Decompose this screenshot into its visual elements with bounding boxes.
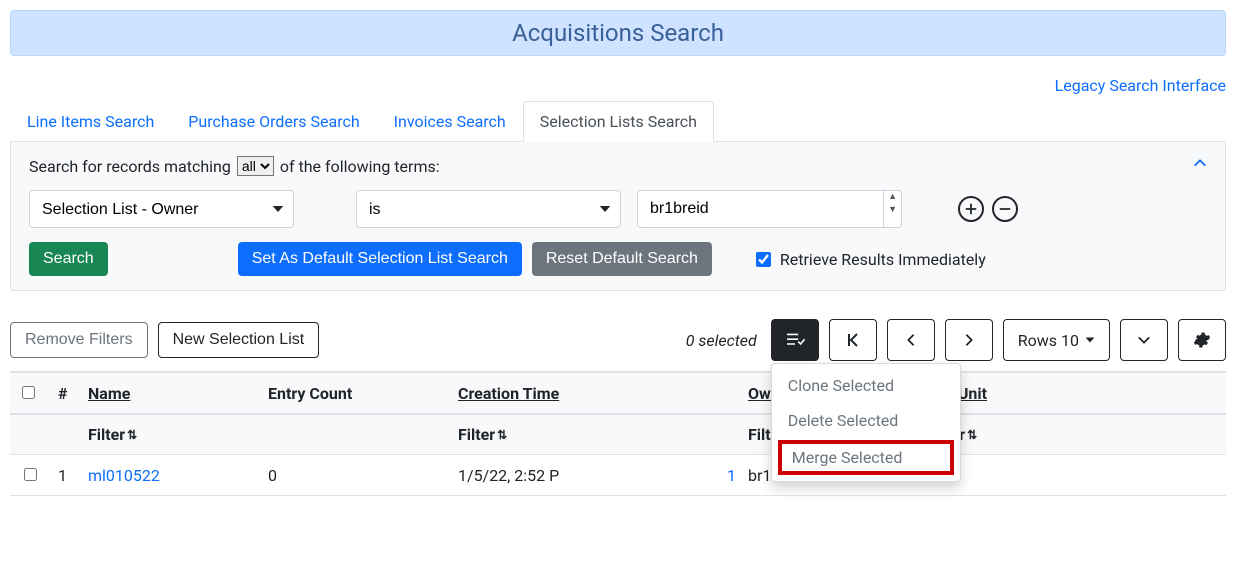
row-checkbox[interactable] <box>24 468 37 481</box>
prev-page-button[interactable] <box>887 319 935 361</box>
field-select[interactable]: Selection List - Owner <box>29 190 294 228</box>
select-all-checkbox[interactable] <box>22 386 35 399</box>
clone-selected-item[interactable]: Clone Selected <box>772 368 960 403</box>
retrieve-immediate-checkbox[interactable] <box>756 252 771 267</box>
cell-creation-time: 1/5/22, 2:52 P <box>458 466 559 485</box>
criteria-row: Selection List - Owner is ▲ ▼ <box>29 190 1207 228</box>
remove-criterion-button[interactable] <box>992 196 1018 222</box>
results-table: # Name Entry Count Creation Time Owner O… <box>10 371 1226 496</box>
caret-down-icon[interactable]: ▼ <box>884 204 901 217</box>
filter-row: Filter⇅ Filter⇅ Filter⇅ Filter⇅ <box>10 414 1226 455</box>
cell-name-link[interactable]: ml010522 <box>88 466 160 485</box>
filter-icon: ⇅ <box>967 428 977 442</box>
col-name[interactable]: Name <box>80 372 260 414</box>
filter-icon: ⇅ <box>127 428 137 442</box>
cell-owner-overflow: 1 <box>727 466 736 485</box>
rows-per-page-button[interactable]: Rows 10 <box>1003 319 1110 361</box>
value-spinner[interactable]: ▲ ▼ <box>883 191 901 227</box>
match-mode-select[interactable]: all <box>237 156 274 176</box>
filter-icon: ⇅ <box>497 428 507 442</box>
tab-purchase-orders[interactable]: Purchase Orders Search <box>171 101 376 142</box>
reset-default-button[interactable]: Reset Default Search <box>532 242 712 276</box>
search-tabs: Line Items Search Purchase Orders Search… <box>10 101 1226 142</box>
search-button[interactable]: Search <box>29 242 108 276</box>
actions-dropdown: Clone Selected Delete Selected Merge Sel… <box>771 363 961 482</box>
selected-count: 0 selected <box>686 331 757 350</box>
page-title: Acquisitions Search <box>11 19 1225 47</box>
operator-select[interactable]: is <box>356 190 621 228</box>
match-prefix: Search for records matching <box>29 157 231 176</box>
settings-button[interactable] <box>1178 319 1226 361</box>
set-default-button[interactable]: Set As Default Selection List Search <box>238 242 522 276</box>
actions-menu-button[interactable] <box>771 319 819 361</box>
tab-line-items[interactable]: Line Items Search <box>10 101 171 142</box>
col-creation-time[interactable]: Creation Time <box>450 372 740 414</box>
select-all-header <box>10 372 50 414</box>
grid-toolbar: Remove Filters New Selection List 0 sele… <box>10 319 1226 361</box>
filter-org-unit[interactable]: Filter⇅ <box>928 425 1218 444</box>
cell-num: 1 <box>50 455 80 496</box>
filter-creation-time[interactable]: Filter⇅ <box>458 425 732 444</box>
tab-invoices[interactable]: Invoices Search <box>377 101 523 142</box>
col-entry-count[interactable]: Entry Count <box>260 372 450 414</box>
cell-entry-count: 0 <box>260 455 450 496</box>
tab-selection-lists[interactable]: Selection Lists Search <box>523 101 714 142</box>
table-row: 1 ml010522 0 1/5/22, 2:52 P 1 br1breid B… <box>10 455 1226 496</box>
search-buttons-row: Search Set As Default Selection List Sea… <box>29 242 1207 276</box>
collapse-panel-icon[interactable] <box>1193 156 1207 170</box>
legacy-search-link[interactable]: Legacy Search Interface <box>1055 76 1226 95</box>
remove-filters-button[interactable]: Remove Filters <box>10 322 148 358</box>
delete-selected-item[interactable]: Delete Selected <box>772 403 960 438</box>
retrieve-immediate-label[interactable]: Retrieve Results Immediately <box>752 249 986 270</box>
caret-up-icon[interactable]: ▲ <box>884 191 901 204</box>
value-input[interactable] <box>638 200 883 218</box>
cell-org-unit: BR1 <box>920 455 1226 496</box>
next-page-button[interactable] <box>945 319 993 361</box>
new-selection-list-button[interactable]: New Selection List <box>158 322 320 358</box>
add-remove-group <box>958 196 1018 222</box>
add-criterion-button[interactable] <box>958 196 984 222</box>
header-row: # Name Entry Count Creation Time Owner O… <box>10 372 1226 414</box>
match-row: Search for records matching all of the f… <box>29 156 1207 176</box>
first-page-button[interactable] <box>829 319 877 361</box>
retrieve-immediate-text: Retrieve Results Immediately <box>780 250 986 269</box>
filter-name[interactable]: Filter⇅ <box>88 425 252 444</box>
search-panel: Search for records matching all of the f… <box>10 142 1226 291</box>
legacy-link-row: Legacy Search Interface <box>10 76 1226 95</box>
expand-button[interactable] <box>1120 319 1168 361</box>
match-suffix: of the following terms: <box>280 157 440 176</box>
col-num[interactable]: # <box>50 372 80 414</box>
value-combo[interactable]: ▲ ▼ <box>637 190 902 228</box>
rows-label: Rows 10 <box>1018 331 1079 350</box>
page-title-bar: Acquisitions Search <box>10 10 1226 56</box>
col-org-unit[interactable]: Org Unit <box>920 372 1226 414</box>
merge-selected-item[interactable]: Merge Selected <box>778 440 954 475</box>
